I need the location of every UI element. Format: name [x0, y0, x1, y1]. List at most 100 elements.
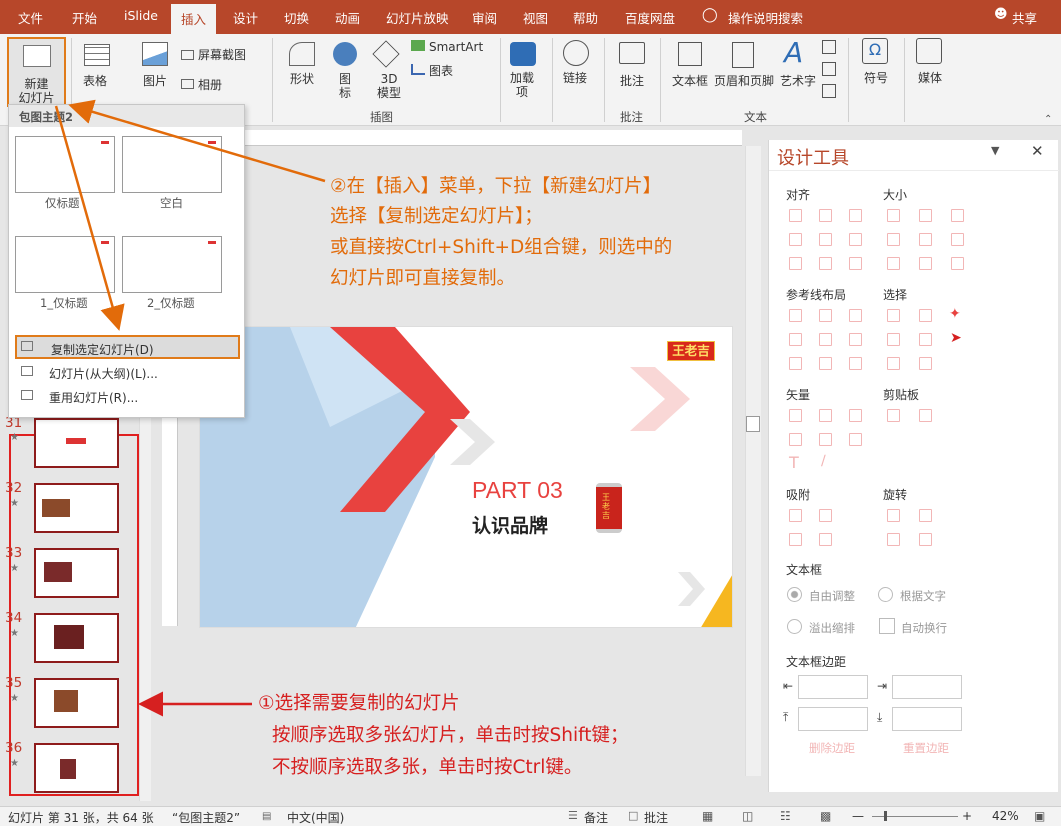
same-width-icon[interactable] [887, 209, 900, 222]
screenshot-button[interactable]: 屏幕截图 [198, 48, 246, 62]
select-layer-icon[interactable] [919, 333, 932, 346]
margin-top-input[interactable] [798, 707, 868, 731]
slide-sorter-icon[interactable]: ◫ [742, 809, 753, 823]
stretch-right-icon[interactable] [919, 257, 932, 270]
zoom-in-button[interactable]: + [962, 809, 972, 823]
distribute-horizontal-icon[interactable] [789, 257, 802, 270]
reading-view-icon[interactable]: ☷ [780, 809, 791, 823]
vector-union-icon[interactable] [789, 409, 802, 422]
select-similar-icon[interactable] [887, 309, 900, 322]
slides-from-outline-menu-item[interactable]: 幻灯片(从大纲)(L)... [15, 359, 240, 383]
header-footer-button[interactable]: 页眉和页脚 [714, 74, 774, 88]
wordart-button[interactable]: 艺术字 [780, 74, 816, 88]
distribute-grid-icon[interactable] [849, 257, 862, 270]
distribute-vertical-icon[interactable] [819, 257, 832, 270]
comments-button[interactable]: 批注 [644, 809, 668, 826]
align-middle-icon[interactable] [819, 233, 832, 246]
icons-icon[interactable] [333, 42, 357, 66]
slide-thumbnail[interactable] [34, 743, 119, 793]
close-icon[interactable]: ✕ [1031, 142, 1044, 160]
tab-insert[interactable]: 插入 [171, 4, 217, 34]
tab-review[interactable]: 审阅 [472, 8, 497, 27]
slide-scrollbar[interactable] [745, 146, 761, 776]
notes-button[interactable]: 备注 [584, 809, 608, 826]
guide-grid-icon[interactable] [789, 357, 802, 370]
textbox-icon[interactable] [678, 42, 702, 66]
layout-blank[interactable] [122, 136, 222, 193]
guide-top-icon[interactable] [789, 333, 802, 346]
resize-to-text-radio[interactable] [878, 587, 893, 602]
margin-right-input[interactable] [892, 675, 962, 699]
guide-middle-icon[interactable] [819, 333, 832, 346]
tab-baidu-netdisk[interactable]: 百度网盘 [625, 8, 675, 27]
align-center-icon[interactable] [819, 209, 832, 222]
select-all-icon[interactable] [919, 357, 932, 370]
guide-columns-icon[interactable] [819, 357, 832, 370]
paste-style-icon[interactable] [919, 409, 932, 422]
table-button[interactable]: 表格 [83, 74, 107, 88]
slideshow-view-icon[interactable]: ▩ [820, 809, 831, 823]
normal-view-icon[interactable]: ▦ [702, 809, 713, 823]
slide-thumbnail[interactable] [34, 678, 119, 728]
slide-thumbnail[interactable] [34, 613, 119, 663]
media-icon[interactable] [916, 38, 942, 64]
object-icon[interactable] [822, 84, 836, 98]
same-size-icon[interactable] [951, 209, 964, 222]
snap-right-icon[interactable] [819, 509, 832, 522]
icons-button[interactable]: 图 标 [339, 72, 351, 100]
textbox-button[interactable]: 文本框 [672, 74, 708, 88]
magic-wand-icon[interactable]: ✦ [949, 306, 961, 322]
autofit-free-radio[interactable] [787, 587, 802, 602]
layout-2-title-only[interactable] [122, 236, 222, 293]
wordart-icon[interactable]: A [784, 36, 803, 69]
picture-icon[interactable] [142, 42, 168, 66]
guide-center-icon[interactable] [819, 309, 832, 322]
symbol-icon[interactable]: Ω [862, 38, 888, 64]
reset-margin-button[interactable]: 重置边距 [903, 740, 949, 756]
align-top-icon[interactable] [789, 233, 802, 246]
chart-button[interactable]: 图表 [429, 64, 453, 78]
text-vector-icon[interactable]: T [789, 453, 799, 472]
comment-icon[interactable] [619, 42, 645, 64]
slide-number-icon[interactable] [822, 62, 836, 76]
guide-rows-icon[interactable] [849, 357, 862, 370]
word-wrap-checkbox[interactable] [879, 618, 895, 634]
guide-right-icon[interactable] [849, 309, 862, 322]
picture-button[interactable]: 图片 [143, 74, 167, 88]
cursor-icon[interactable]: ➤ [950, 330, 962, 346]
snap-left-icon[interactable] [789, 509, 802, 522]
comment-button[interactable]: 批注 [620, 74, 644, 88]
addins-icon[interactable] [510, 42, 536, 66]
pane-options-icon[interactable]: ▼ [991, 144, 999, 157]
tab-view[interactable]: 视图 [523, 8, 548, 27]
addins-button[interactable]: 加载 项 [510, 71, 534, 99]
zoom-level[interactable]: 42% [992, 809, 1019, 823]
duplicate-slide-menu-item[interactable]: 复制选定幻灯片(D) [15, 335, 240, 359]
snap-bottom-icon[interactable] [819, 533, 832, 546]
flip-horizontal-icon[interactable] [887, 533, 900, 546]
shrink-on-overflow-radio[interactable] [787, 619, 802, 634]
media-button[interactable]: 媒体 [918, 71, 942, 85]
width-fit-icon[interactable] [887, 233, 900, 246]
stretch-left-icon[interactable] [887, 257, 900, 270]
delete-margin-button[interactable]: 删除边距 [809, 740, 855, 756]
tab-transitions[interactable]: 切换 [284, 8, 309, 27]
scrollbar-thumb[interactable] [746, 416, 760, 432]
margin-left-input[interactable] [798, 675, 868, 699]
tab-islide[interactable]: iSlide [124, 8, 158, 23]
brush-icon[interactable]: ∕ [821, 453, 826, 469]
select-same-type-icon[interactable] [919, 309, 932, 322]
fit-to-window-icon[interactable]: ▣ [1034, 809, 1045, 823]
select-group-icon[interactable] [887, 333, 900, 346]
slide-thumbnail[interactable] [34, 548, 119, 598]
date-time-icon[interactable] [822, 40, 836, 54]
copy-style-icon[interactable] [887, 409, 900, 422]
3d-model-icon[interactable] [372, 40, 400, 68]
vector-split-icon[interactable] [849, 433, 862, 446]
align-bottom-icon[interactable] [849, 233, 862, 246]
shapes-button[interactable]: 形状 [290, 72, 314, 86]
header-footer-icon[interactable] [732, 42, 754, 68]
reuse-slides-menu-item[interactable]: 重用幻灯片(R)... [15, 383, 240, 407]
rotate-right-icon[interactable] [919, 509, 932, 522]
tab-help[interactable]: 帮助 [573, 8, 598, 27]
